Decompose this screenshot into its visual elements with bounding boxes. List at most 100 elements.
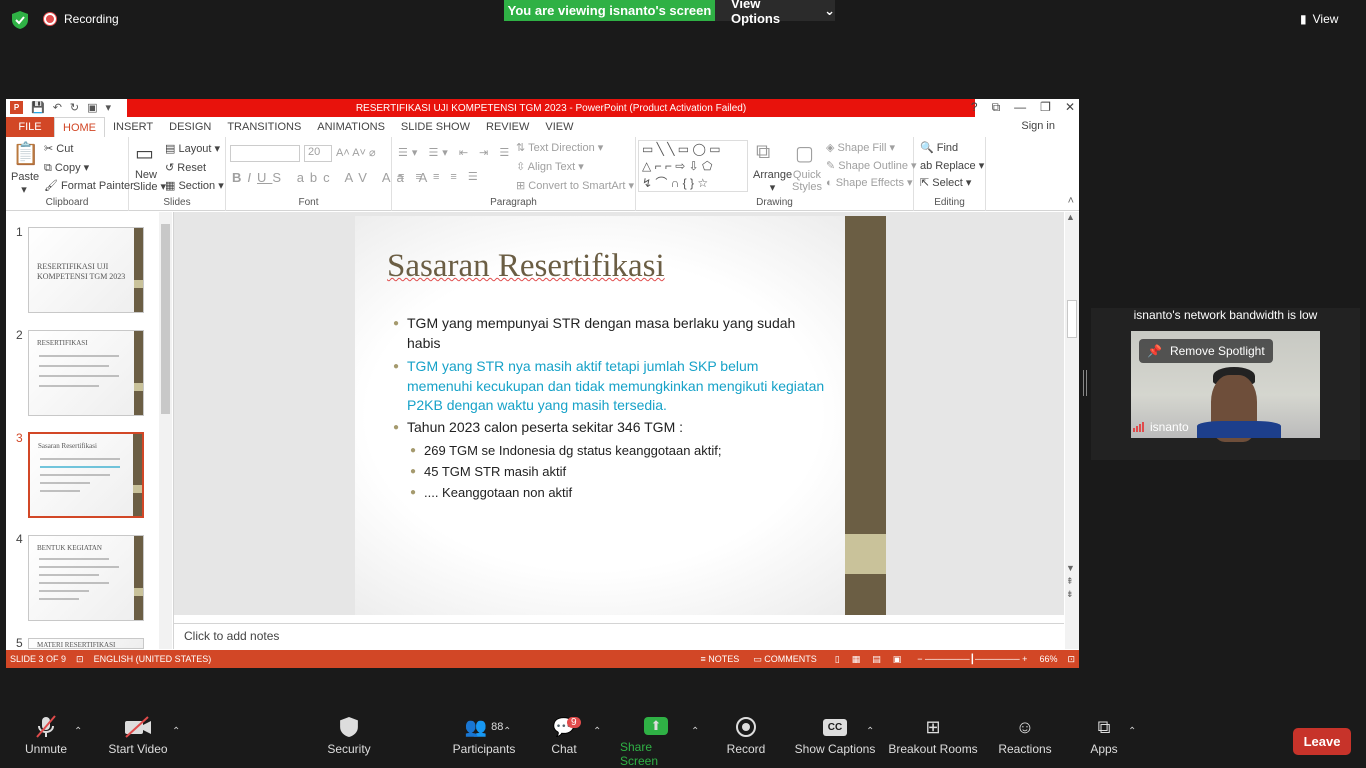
thumbnails-scrollbar[interactable]: [159, 212, 172, 649]
share-caret[interactable]: ⌃: [691, 726, 699, 737]
show-captions-button[interactable]: CC Show Captions: [794, 712, 876, 768]
shape-outline-button[interactable]: ✎ Shape Outline ▾: [826, 159, 917, 172]
customize-qat-icon[interactable]: ▾: [106, 101, 112, 114]
list-icons[interactable]: ☰▾ ☰▾ ⇤ ⇥ ☰: [398, 146, 513, 159]
quick-styles-button[interactable]: Quick Styles: [792, 169, 822, 193]
start-from-beginning-icon[interactable]: ▣: [87, 101, 97, 114]
shield-icon[interactable]: [12, 11, 28, 29]
slide-subbullet-1[interactable]: ● 269 TGM se Indonesia dg status keanggot…: [410, 441, 824, 461]
paste-icon[interactable]: 📋: [12, 141, 39, 167]
slide-thumbnail-1[interactable]: RESERTIFIKASI UJI KOMPETENSI TGM 2023: [28, 227, 144, 313]
leave-button[interactable]: Leave: [1293, 728, 1351, 755]
sign-in-link[interactable]: Sign in: [1021, 120, 1055, 132]
font-size-input[interactable]: 20: [304, 145, 332, 162]
slide-bullet-3[interactable]: ● Tahun 2023 calon peserta sekitar 346 TG…: [393, 418, 827, 438]
notes-toggle[interactable]: ≡ NOTES: [700, 654, 739, 664]
zoom-slider[interactable]: − ───────┃─────── +: [917, 654, 1027, 665]
slide-thumbnail-3[interactable]: Sasaran Resertifikasi: [28, 432, 144, 518]
remove-spotlight-button[interactable]: 📌 Remove Spotlight: [1139, 339, 1273, 363]
quick-styles-icon[interactable]: ▢: [795, 141, 814, 166]
shape-fill-button[interactable]: ◈ Shape Fill ▾: [826, 141, 895, 154]
ribbon-display-icon[interactable]: ⧉: [992, 100, 1001, 115]
participants-caret[interactable]: ⌃: [503, 726, 511, 737]
start-video-button[interactable]: Start Video: [106, 712, 170, 768]
slide-thumbnail-2[interactable]: RESERTIFIKASI: [28, 330, 144, 416]
comments-toggle[interactable]: ▭ COMMENTS: [753, 654, 817, 665]
unmute-button[interactable]: Unmute: [22, 712, 70, 768]
slide-subbullet-2[interactable]: ● 45 TGM STR masih aktif: [410, 462, 824, 482]
copy-button[interactable]: ⧉ Copy ▾: [44, 161, 89, 175]
layout-button[interactable]: ▤ Layout ▾: [165, 142, 220, 155]
tab-design[interactable]: DESIGN: [161, 117, 219, 137]
current-slide[interactable]: Sasaran Resertifikasi ● TGM yang mempunya…: [355, 216, 886, 615]
pane-splitter[interactable]: [1083, 370, 1087, 396]
participants-button[interactable]: 👥 88 Participants: [450, 712, 518, 768]
font-name-input[interactable]: [230, 145, 300, 162]
slide-bullet-2[interactable]: ● TGM yang STR nya masih aktif tetapi jum…: [393, 357, 827, 416]
apps-caret[interactable]: ⌃: [1128, 726, 1136, 737]
chat-button[interactable]: 💬 9 Chat: [545, 712, 583, 768]
record-button[interactable]: Record: [724, 712, 768, 768]
align-icons[interactable]: ≡ ≡ ≡ ≡ ☰: [398, 170, 482, 183]
share-screen-button[interactable]: ⬆ Share Screen: [620, 712, 692, 768]
cut-button[interactable]: ✂ Cut: [44, 142, 73, 155]
redo-icon[interactable]: ↻: [70, 101, 79, 114]
minimize-icon[interactable]: —: [1014, 100, 1026, 115]
security-button[interactable]: Security: [322, 712, 376, 768]
slide-thumbnail-4[interactable]: BENTUK KEGIATAN: [28, 535, 144, 621]
slide-bullet-1[interactable]: ● TGM yang mempunyai STR dengan masa berl…: [393, 314, 827, 353]
help-icon[interactable]: ?: [971, 100, 978, 115]
arrange-icon[interactable]: ⧉: [756, 141, 770, 164]
video-options-caret[interactable]: ⌃: [172, 726, 180, 737]
tab-insert[interactable]: INSERT: [105, 117, 161, 137]
section-button[interactable]: ▦ Section ▾: [165, 179, 224, 192]
apps-button[interactable]: ⧉ Apps: [1088, 712, 1120, 768]
reset-button[interactable]: ↺ Reset: [165, 161, 206, 174]
new-slide-icon[interactable]: ▭: [135, 141, 154, 166]
paste-button[interactable]: Paste ▾: [11, 171, 39, 196]
notes-placeholder[interactable]: Click to add notes: [174, 623, 1064, 649]
language-indicator[interactable]: ENGLISH (UNITED STATES): [94, 654, 212, 664]
shape-effects-button[interactable]: ◐ Shape Effects ▾: [826, 176, 913, 189]
replace-button[interactable]: ab Replace ▾: [920, 159, 984, 172]
view-options-button[interactable]: View Options ⌄: [715, 0, 835, 26]
slide-thumbnail-5[interactable]: MATERI RESERTIFIKASI: [28, 638, 144, 649]
breakout-rooms-button[interactable]: ⊞ Breakout Rooms: [888, 712, 978, 768]
font-grow-icon[interactable]: A˄ A˅ ⌀: [336, 146, 376, 159]
arrange-button[interactable]: Arrange ▾: [753, 169, 792, 194]
reactions-button[interactable]: ☺ Reactions: [998, 712, 1052, 768]
tab-animations[interactable]: ANIMATIONS: [309, 117, 393, 137]
text-direction-button[interactable]: ⇅ Text Direction ▾: [516, 141, 603, 154]
collapse-ribbon-icon[interactable]: ˄: [1068, 195, 1074, 207]
save-icon[interactable]: 💾: [31, 101, 45, 114]
convert-smartart-button[interactable]: ⊞ Convert to SmartArt ▾: [516, 179, 634, 192]
tab-slide-show[interactable]: SLIDE SHOW: [393, 117, 478, 137]
participant-video[interactable]: 📌 Remove Spotlight isnanto: [1131, 331, 1320, 442]
shapes-gallery[interactable]: ▭ ╲ ╲ ▭ ◯ ▭ △ ⌐ ⌐ ⇨ ⇩ ⬠ ↯ ⌒ ∩ { } ☆: [638, 140, 748, 192]
audio-options-caret[interactable]: ⌃: [74, 726, 82, 737]
slide-title[interactable]: Sasaran Resertifikasi: [387, 248, 665, 285]
fit-to-window-icon[interactable]: ⊡: [1067, 654, 1075, 665]
tab-transitions[interactable]: TRANSITIONS: [219, 117, 309, 137]
find-button[interactable]: 🔍 Find: [920, 141, 958, 154]
align-text-button[interactable]: ⇳ Align Text ▾: [516, 160, 584, 173]
view-mode-icons[interactable]: ▯▦▤▣: [835, 654, 913, 665]
select-button[interactable]: ⇱ Select ▾: [920, 176, 971, 189]
chat-caret[interactable]: ⌃: [593, 726, 601, 737]
new-slide-button[interactable]: New Slide ▾: [133, 169, 166, 193]
undo-icon[interactable]: ↶: [53, 101, 62, 114]
format-painter-button[interactable]: 🖌 Format Painter: [44, 179, 134, 192]
slide-scrollbar[interactable]: ▲ ▼ ⇞ ⇟: [1065, 212, 1079, 649]
slide-subbullet-3[interactable]: ●.... Keanggotaan non aktif: [410, 483, 824, 503]
spelling-icon[interactable]: ⊡: [76, 654, 84, 665]
tab-home[interactable]: HOME: [54, 117, 105, 137]
zoom-level[interactable]: 66%: [1039, 654, 1057, 664]
captions-caret[interactable]: ⌃: [866, 726, 874, 737]
recording-indicator[interactable]: Recording: [44, 12, 119, 26]
tab-review[interactable]: REVIEW: [478, 117, 537, 137]
maximize-icon[interactable]: ❐: [1040, 100, 1051, 115]
tab-file[interactable]: FILE: [6, 117, 54, 137]
close-icon[interactable]: ✕: [1065, 100, 1075, 115]
view-button[interactable]: ▮ View: [1300, 8, 1360, 30]
tab-view[interactable]: VIEW: [537, 117, 581, 137]
